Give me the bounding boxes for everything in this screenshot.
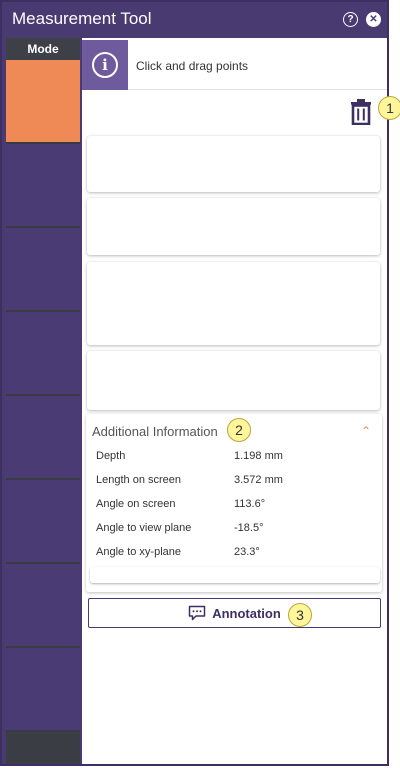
additional-information-title[interactable]: Additional Information: [92, 424, 218, 439]
measurement-card-3[interactable]: [87, 262, 380, 345]
info-row-angle-xy-plane: Angle to xy-plane 23.3°: [96, 546, 260, 558]
measurement-card-1[interactable]: [87, 136, 380, 192]
chevron-up-icon[interactable]: ⌃: [361, 424, 371, 438]
window-title: Measurement Tool: [12, 9, 152, 28]
info-icon: i: [82, 40, 128, 90]
info-banner: i Click and drag points: [82, 40, 387, 90]
mode-item-1[interactable]: [6, 60, 80, 144]
info-row-length: Length on screen 3.572 mm: [96, 474, 283, 486]
measurement-card-2[interactable]: [87, 198, 380, 255]
mode-item-8[interactable]: [6, 648, 80, 732]
trash-icon[interactable]: [350, 99, 372, 125]
annotation-button[interactable]: Annotation: [88, 598, 381, 628]
info-row-depth: Depth 1.198 mm: [96, 450, 283, 462]
mode-label: Mode: [6, 38, 80, 60]
callout-2: 2: [227, 418, 251, 442]
close-icon[interactable]: ✕: [366, 12, 381, 27]
help-icon[interactable]: ?: [343, 12, 358, 27]
measurement-card-4[interactable]: [87, 351, 380, 410]
info-row-angle-screen: Angle on screen 113.6°: [96, 498, 266, 510]
mode-item-6[interactable]: [6, 480, 80, 564]
mode-item-4[interactable]: [6, 312, 80, 396]
mode-sidebar: Mode: [6, 38, 80, 764]
info-text: Click and drag points: [136, 59, 249, 73]
content-panel: i Click and drag points 1 Additional Inf…: [82, 38, 400, 764]
mode-item-3[interactable]: [6, 228, 80, 312]
info-inner-bar: [90, 567, 380, 583]
mode-item-5[interactable]: [6, 396, 80, 480]
title-bar: Measurement Tool ? ✕: [2, 2, 387, 38]
callout-3: 3: [288, 603, 312, 627]
mode-item-7[interactable]: [6, 564, 80, 648]
measurement-tool-window: Measurement Tool ? ✕ Mode i Click and dr…: [0, 0, 400, 766]
info-row-angle-view-plane: Angle to view plane -18.5°: [96, 522, 264, 534]
comment-icon: [188, 605, 206, 621]
callout-1: 1: [378, 96, 400, 120]
mode-item-2[interactable]: [6, 144, 80, 228]
annotation-button-label: Annotation: [212, 605, 281, 621]
